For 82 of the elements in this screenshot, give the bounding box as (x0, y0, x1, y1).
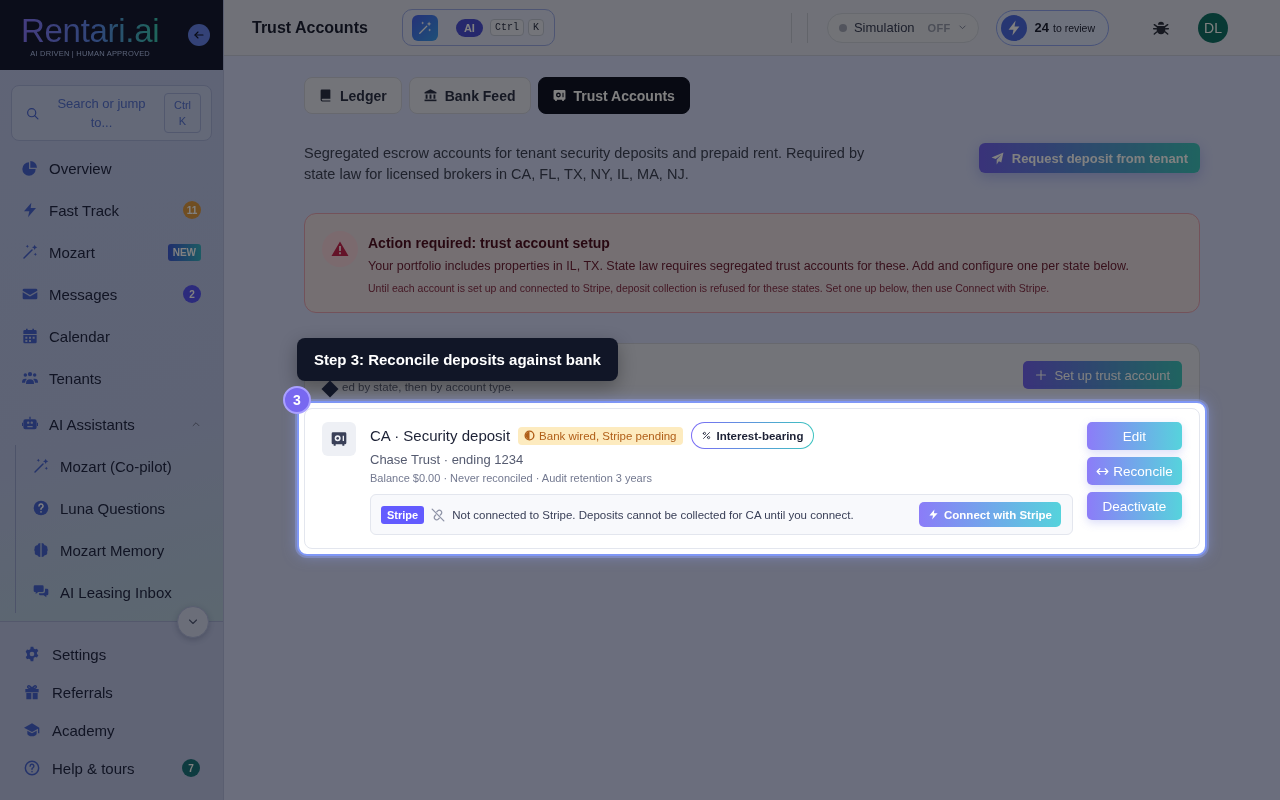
percent-icon (701, 431, 711, 440)
keyboard-shortcut: Ctrl K (164, 93, 201, 133)
account-meta-text: Balance $0.00 · Never reconciled · Audit retention 3 years (370, 471, 653, 485)
bank-building-icon (423, 89, 437, 102)
search-field[interactable]: Search or jump to... Ctrl K (11, 85, 212, 141)
connect-button[interactable]: Connect with Stripe (919, 502, 1061, 527)
sidebar-item[interactable]: Mozart Memory (16, 529, 223, 571)
alert-note: Until each account is set up and connected to Stripe, deposit collection is refused for these states. Set one up below, then use Connect with Stripe. (368, 281, 1051, 296)
arrow-left-icon (193, 29, 205, 41)
safe-icon (552, 89, 566, 102)
count-badge: 7 (182, 759, 200, 777)
sidebar-item[interactable]: Calendar (0, 315, 223, 357)
account-action-button[interactable]: Deactivate (1087, 492, 1182, 520)
bug-icon[interactable] (1153, 19, 1169, 36)
collapse-sidebar-button[interactable] (188, 24, 210, 46)
section-subtitle: ed by state, then by account type. (342, 380, 514, 394)
step-number-badge: 3 (283, 386, 311, 414)
envelope-icon (22, 286, 38, 302)
request-deposit-button[interactable]: Request deposit from tenant (978, 143, 1200, 173)
tab[interactable]: Ledger (304, 77, 402, 114)
alert-message: Your portfolio includes properties in IL, TX. State law requires segregated trust accounts for these. Add and configure one per state below. (368, 258, 1129, 275)
sidebar-item[interactable]: Overview (0, 147, 223, 189)
magic-wand-icon (33, 458, 49, 474)
tab[interactable]: Bank Feed (408, 77, 531, 114)
tour-tooltip: Step 3: Reconcile deposits against bank (297, 338, 618, 381)
sidebar-item[interactable]: Messages 2 (0, 273, 223, 315)
lightning-icon (928, 509, 939, 520)
book-icon (319, 89, 332, 102)
sidebar-item[interactable]: Help & tours 7 (0, 749, 223, 787)
keyboard-key: K (527, 19, 544, 36)
scroll-down-button[interactable] (177, 606, 209, 638)
safe-icon (322, 422, 356, 456)
tag-label: Interest-bearing (716, 429, 804, 442)
keyboard-key: Ctrl (489, 19, 524, 36)
description-text: Segregated escrow accounts for tenant security deposits and prepaid rent. Required by state law for licensed brokers in CA, FL, TX, NY, IL, MA, NJ. (304, 144, 866, 184)
search-icon (26, 106, 39, 120)
count-badge: 2 (183, 285, 201, 303)
connection-message: Not connected to Stripe. Deposits cannot be collected for CA until you connect. (452, 508, 855, 521)
sidebar-item[interactable]: AI Leasing Inbox (16, 571, 223, 613)
alert-title: Action required: trust account setup (368, 234, 611, 252)
sidebar-item[interactable]: Tenants (0, 357, 223, 399)
warning-icon (322, 231, 358, 267)
pie-chart-icon (22, 160, 38, 176)
sidebar-item[interactable]: Luna Questions (16, 487, 223, 529)
robot-icon (22, 416, 38, 432)
chat-bubbles-icon (33, 584, 49, 600)
account-action-button[interactable]: Edit (1087, 422, 1182, 450)
count-badge: 11 (183, 201, 201, 219)
page-title: Trust Accounts (252, 18, 368, 37)
lightning-icon (22, 202, 38, 218)
bank-account-text: Chase Trust · ending 1234 (370, 452, 525, 468)
lightning-icon (1000, 14, 1027, 41)
settings-icon (24, 646, 40, 662)
tab[interactable]: Trust Accounts (537, 77, 690, 114)
question-circle-icon (33, 500, 49, 516)
sidebar-item[interactable]: Academy (0, 711, 223, 749)
sidebar-item[interactable]: Referrals (0, 673, 223, 711)
sidebar-item[interactable]: Mozart NEW (0, 231, 223, 273)
sidebar-item[interactable]: AI Assistants (0, 403, 223, 445)
gift-icon (24, 684, 40, 700)
provider-badge: Stripe (381, 505, 425, 524)
people-icon (22, 370, 38, 386)
account-title: CA · Security deposit (370, 427, 511, 444)
sidebar-item[interactable]: Fast Track 11 (0, 189, 223, 231)
label-badge: NEW (167, 243, 201, 261)
paper-plane-icon (990, 151, 1004, 165)
sidebar-item[interactable]: Mozart (Co-pilot) (16, 445, 223, 487)
magic-wand-icon (22, 244, 38, 260)
plus-icon (1035, 369, 1048, 381)
graduation-cap-icon (24, 722, 40, 738)
chevron-down-icon (957, 23, 967, 32)
user-avatar[interactable]: DL (1198, 12, 1228, 43)
calendar-icon (22, 328, 38, 344)
set-up-account-button[interactable]: Set up trust account (1023, 361, 1182, 389)
brain-icon (33, 542, 49, 558)
review-queue-button[interactable]: 24 to review (995, 9, 1109, 46)
status-label: Bank wired, Stripe pending (539, 429, 677, 442)
sidebar-item[interactable]: Settings (0, 635, 223, 673)
magic-wand-icon (411, 14, 438, 41)
ai-badge: AI (455, 18, 483, 37)
account-action-button[interactable]: Reconcile (1087, 457, 1182, 485)
ai-command-button[interactable]: AI Ctrl K (401, 9, 555, 46)
